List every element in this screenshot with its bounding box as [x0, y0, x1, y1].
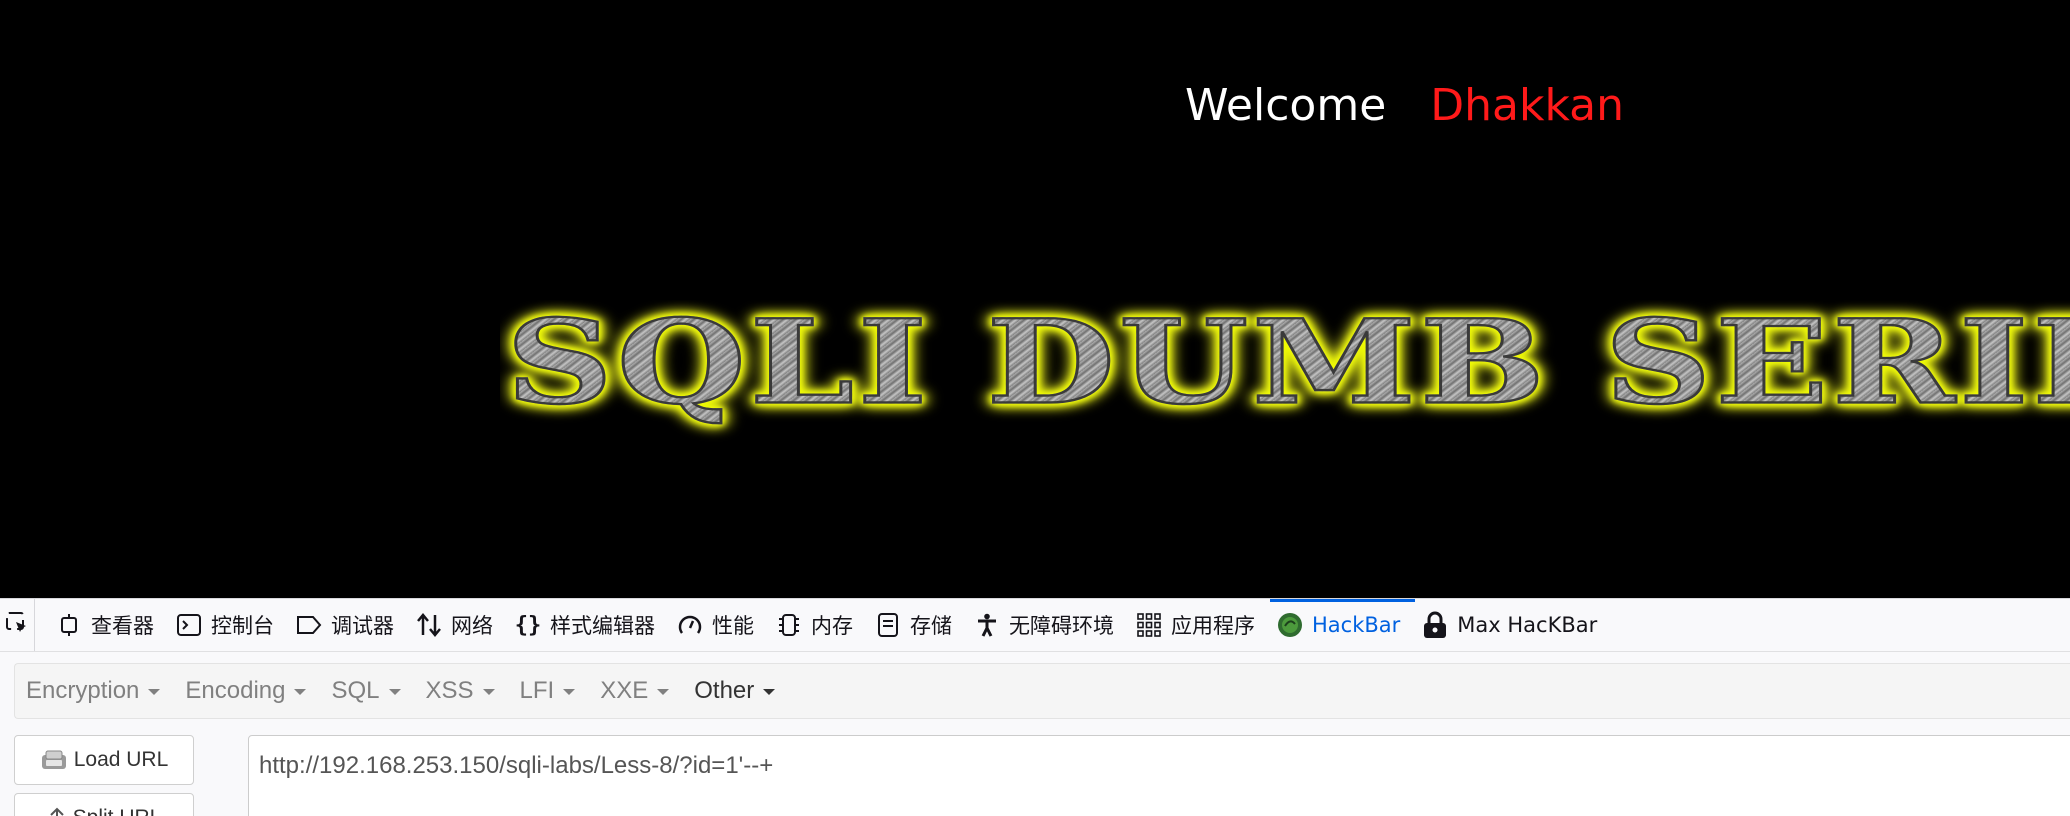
- url-input[interactable]: http://192.168.253.150/sqli-labs/Less-8/…: [248, 735, 2070, 816]
- storage-icon: [874, 611, 902, 639]
- lock-icon: [1421, 611, 1449, 639]
- tab-label: 内存: [811, 614, 853, 638]
- caret-down-icon: [657, 689, 670, 695]
- menu-label: XXE: [600, 677, 649, 704]
- tab-label: 网络: [451, 614, 493, 638]
- menu-label: Encoding: [185, 677, 286, 704]
- split-url-icon: [47, 807, 67, 816]
- tab-style-editor[interactable]: {} 样式编辑器: [508, 599, 670, 651]
- devtools-panel: 查看器 控制台 调试器 网络 {} 样式编辑器 性能 内存 存储 无障碍环境 应…: [0, 598, 2070, 816]
- console-icon: [175, 611, 203, 639]
- hackbar-icon: [1276, 611, 1304, 639]
- tab-application[interactable]: 应用程序: [1129, 599, 1270, 651]
- welcome-message: Welcome Dhakkan: [1185, 80, 1624, 131]
- menu-other[interactable]: Other: [683, 664, 789, 718]
- user-name: Dhakkan: [1430, 80, 1625, 131]
- tab-hackbar[interactable]: HackBar: [1270, 599, 1416, 651]
- caret-down-icon: [294, 689, 307, 695]
- tab-label: 样式编辑器: [550, 614, 655, 638]
- menu-label: XSS: [425, 677, 474, 704]
- inspector-icon: [55, 611, 83, 639]
- menu-label: Encryption: [26, 677, 140, 704]
- caret-down-icon: [763, 689, 776, 695]
- caret-down-icon: [482, 689, 495, 695]
- tab-debugger[interactable]: 调试器: [289, 599, 409, 651]
- caret-down-icon: [388, 689, 401, 695]
- banner-title: SQLI DUMB SERIES: [504, 300, 2070, 431]
- tab-label: 无障碍环境: [1009, 614, 1114, 638]
- menu-xxe[interactable]: XXE: [589, 664, 683, 718]
- browser-window: Welcome Dhakkan SQLI DUMB SERIES 查看器: [0, 0, 2070, 816]
- element-picker-button[interactable]: [0, 599, 35, 651]
- menu-label: Other: [694, 677, 755, 704]
- network-icon: [415, 611, 443, 639]
- caret-down-icon: [148, 689, 161, 695]
- caret-down-icon: [563, 689, 576, 695]
- tab-label: Max HacKBar: [1457, 613, 1598, 637]
- tab-max-hackbar[interactable]: Max HacKBar: [1415, 599, 1612, 651]
- tab-performance[interactable]: 性能: [670, 599, 769, 651]
- element-picker-icon: [5, 611, 29, 640]
- banner: SQLI DUMB SERIES: [500, 300, 2070, 460]
- tab-label: 应用程序: [1171, 614, 1255, 638]
- hackbar-menu: Encryption Encoding SQL XSS LFI XXE Othe…: [14, 663, 2070, 719]
- load-url-icon: [40, 749, 68, 771]
- split-url-label: Split URL: [73, 806, 162, 816]
- menu-label: SQL: [331, 677, 380, 704]
- tab-label: 控制台: [211, 614, 274, 638]
- web-page-content: Welcome Dhakkan SQLI DUMB SERIES: [0, 0, 2070, 598]
- devtools-tab-bar: 查看器 控制台 调试器 网络 {} 样式编辑器 性能 内存 存储 无障碍环境 应…: [0, 599, 2070, 652]
- tab-label: 查看器: [91, 614, 154, 638]
- tab-inspector[interactable]: 查看器: [49, 599, 169, 651]
- url-input-value: http://192.168.253.150/sqli-labs/Less-8/…: [259, 752, 774, 779]
- performance-icon: [676, 611, 704, 639]
- tab-label: 存储: [910, 614, 952, 638]
- tab-label: 性能: [712, 614, 754, 638]
- split-url-button[interactable]: Split URL: [14, 793, 194, 816]
- menu-label: LFI: [519, 677, 555, 704]
- tab-label: 调试器: [331, 614, 394, 638]
- memory-icon: [775, 611, 803, 639]
- menu-encoding[interactable]: Encoding: [174, 664, 320, 718]
- load-url-label: Load URL: [73, 748, 169, 771]
- menu-xss[interactable]: XSS: [415, 664, 509, 718]
- tab-accessibility[interactable]: 无障碍环境: [967, 599, 1129, 651]
- welcome-text: Welcome: [1185, 80, 1387, 131]
- menu-lfi[interactable]: LFI: [509, 664, 590, 718]
- application-icon: [1135, 611, 1163, 639]
- tab-storage[interactable]: 存储: [868, 599, 967, 651]
- tab-console[interactable]: 控制台: [169, 599, 289, 651]
- tab-label: HackBar: [1312, 613, 1401, 637]
- menu-sql[interactable]: SQL: [320, 664, 414, 718]
- tab-memory[interactable]: 内存: [769, 599, 868, 651]
- menu-encryption[interactable]: Encryption: [15, 664, 174, 718]
- accessibility-icon: [973, 611, 1001, 639]
- load-url-button[interactable]: Load URL: [14, 735, 194, 785]
- tab-network[interactable]: 网络: [409, 599, 508, 651]
- style-editor-icon: {}: [514, 612, 542, 638]
- debugger-icon: [295, 611, 323, 639]
